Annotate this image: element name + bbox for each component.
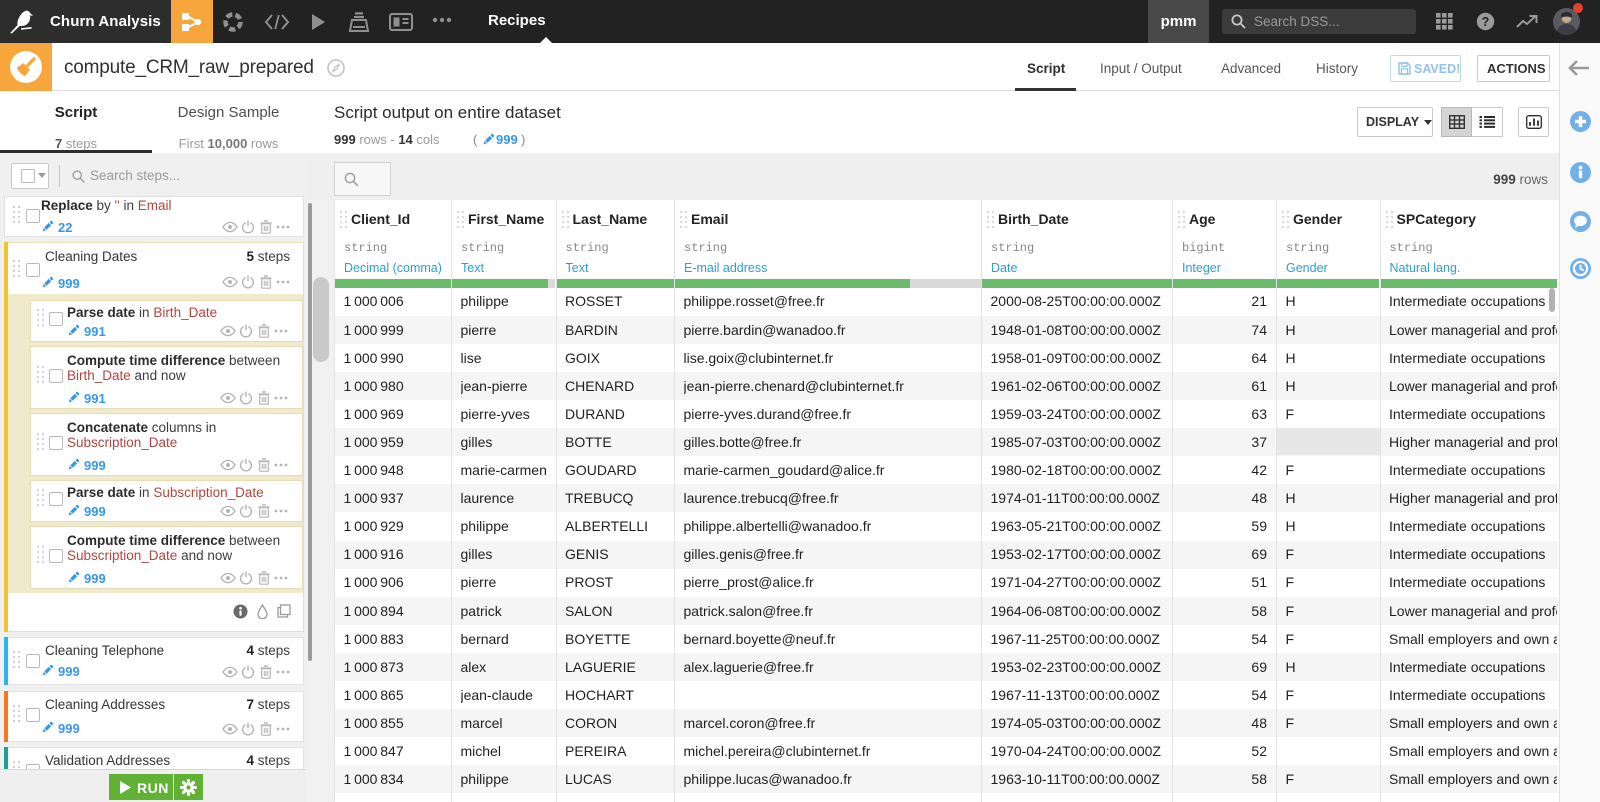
svg-text:?: ? [1482,15,1490,29]
